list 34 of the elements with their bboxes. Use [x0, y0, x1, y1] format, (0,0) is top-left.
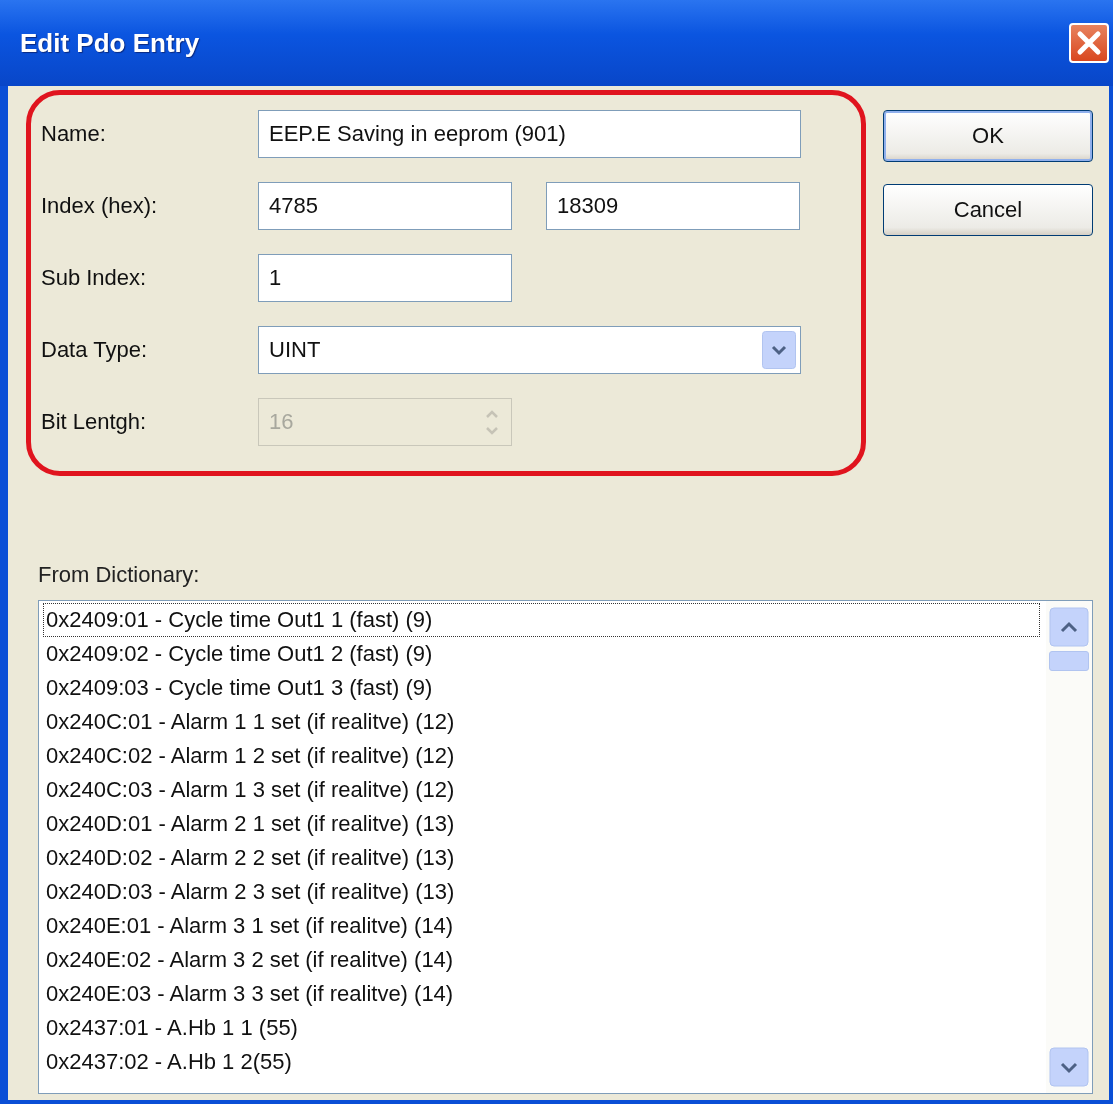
scrollbar[interactable]	[1046, 601, 1092, 1093]
text-field[interactable]: 4785	[258, 182, 512, 230]
list-item[interactable]: 0x240C:01 - Alarm 1 1 set (if realitve) (12)	[43, 705, 1040, 739]
scroll-down-icon[interactable]	[1049, 1047, 1089, 1087]
list-item[interactable]: 0x2409:03 - Cycle time Out1 3 (fast) (9)	[43, 671, 1040, 705]
list-item[interactable]: 0x2409:02 - Cycle time Out1 2 (fast) (9)	[43, 637, 1040, 671]
text-field[interactable]: 1	[258, 254, 512, 302]
scroll-up-icon[interactable]	[1049, 607, 1089, 647]
close-button[interactable]	[1069, 23, 1109, 63]
window-title: Edit Pdo Entry	[20, 27, 200, 59]
list-item[interactable]: 0x2409:01 - Cycle time Out1 1 (fast) (9)	[43, 603, 1040, 637]
list-item[interactable]: 0x240C:03 - Alarm 1 3 set (if realitve) (12)	[43, 773, 1040, 807]
section-label: From Dictionary:	[38, 562, 201, 588]
list-item[interactable]: 0x240D:02 - Alarm 2 2 set (if realitve) (13)	[43, 841, 1040, 875]
dialog-button[interactable]: OK	[883, 110, 1093, 162]
list-item[interactable]: 0x2437:02 - A.Hb 1 2(55)	[43, 1045, 1040, 1079]
list-item[interactable]: 0x240E:01 - Alarm 3 1 set (if realitve) (14)	[43, 909, 1040, 943]
dropdown-field[interactable]: UINT	[258, 326, 801, 374]
field-label: Data Type:	[41, 337, 148, 363]
close-icon	[1076, 30, 1102, 56]
field-label: Index (hex):	[41, 193, 159, 219]
list-item[interactable]: 0x2437:01 - A.Hb 1 1 (55)	[43, 1011, 1040, 1045]
text-field[interactable]: EEP.E Saving in eeprom (901)	[258, 110, 801, 158]
list-item[interactable]: 0x240C:02 - Alarm 1 2 set (if realitve) (12)	[43, 739, 1040, 773]
scroll-thumb[interactable]	[1049, 651, 1089, 671]
dialog-button[interactable]: Cancel	[883, 184, 1093, 236]
list-item[interactable]: 0x240D:01 - Alarm 2 1 set (if realitve) (13)	[43, 807, 1040, 841]
text-field[interactable]: 18309	[546, 182, 800, 230]
list-item[interactable]: 0x240D:03 - Alarm 2 3 set (if realitve) (13)	[43, 875, 1040, 909]
list-item[interactable]: 0x240E:03 - Alarm 3 3 set (if realitve) (14)	[43, 977, 1040, 1011]
field-label: Bit Lentgh:	[41, 409, 148, 435]
field-label: Sub Index:	[41, 265, 148, 291]
field-label: Name:	[41, 121, 107, 147]
list-item[interactable]: 0x240E:02 - Alarm 3 2 set (if realitve) (14)	[43, 943, 1040, 977]
